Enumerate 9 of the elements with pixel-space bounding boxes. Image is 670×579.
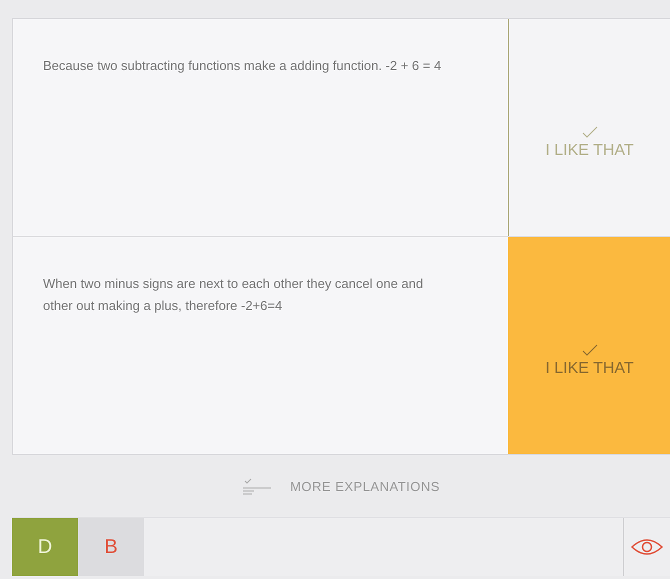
list-check-icon <box>242 476 272 496</box>
more-explanations-button[interactable]: MORE EXPLANATIONS <box>12 455 670 517</box>
answer-tile: D <box>12 518 78 576</box>
checkmark-icon <box>582 344 598 356</box>
explanation-text: Because two subtracting functions make a adding function. -2 + 6 = 4 <box>43 57 442 75</box>
explanation-text: When two minus signs are next to each other they cancel one and other out making a plus, therefore -2+6=4 <box>43 275 424 315</box>
answer-tile: B <box>78 518 144 576</box>
checkmark-icon <box>582 126 598 138</box>
like-button[interactable]: I LIKE THAT <box>508 237 670 454</box>
